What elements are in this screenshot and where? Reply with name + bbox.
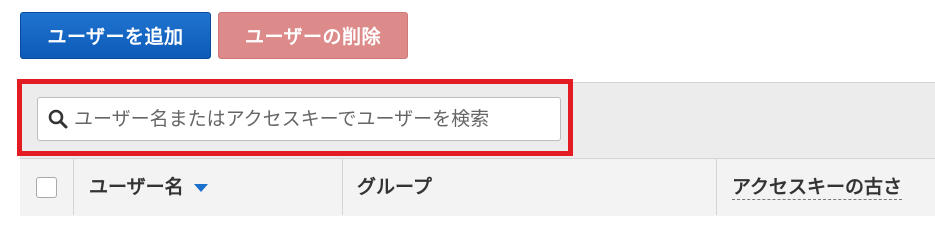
column-header-label: アクセスキーの古さ [732, 176, 903, 200]
column-header-label: グループ [357, 176, 432, 198]
column-divider [73, 158, 74, 215]
sort-descending-icon [193, 183, 208, 192]
column-header-label: ユーザー名 [89, 176, 184, 198]
highlight-box [17, 79, 573, 156]
select-all-checkbox[interactable] [36, 177, 57, 198]
column-header-username[interactable]: ユーザー名 [89, 172, 208, 199]
delete-user-button: ユーザーの削除 [218, 12, 408, 59]
column-header-groups[interactable]: グループ [357, 172, 432, 199]
column-divider [342, 158, 343, 215]
add-user-button[interactable]: ユーザーを追加 [20, 12, 211, 59]
column-divider [716, 158, 717, 215]
column-header-access-key-age[interactable]: アクセスキーの古さ [732, 172, 903, 200]
